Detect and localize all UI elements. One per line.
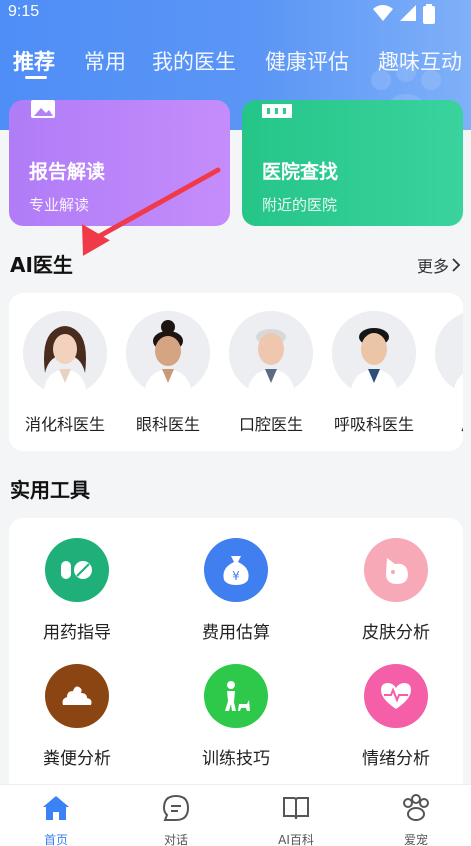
pill-icon bbox=[45, 538, 109, 602]
hospital-building-icon bbox=[262, 104, 292, 118]
tool-stool-analysis[interactable]: 粪便分析 bbox=[22, 664, 132, 769]
nav-home[interactable]: 首页 bbox=[11, 793, 101, 846]
heart-pulse-icon bbox=[364, 664, 428, 728]
status-bar: 9:15 bbox=[0, 0, 471, 28]
ai-doctor-title: AI医生 bbox=[10, 253, 73, 277]
nav-label: AI百科 bbox=[278, 833, 314, 846]
poop-icon bbox=[45, 664, 109, 728]
tab-my-doctor[interactable]: 我的医生 bbox=[152, 46, 236, 76]
doctor-item-dermatology[interactable]: 皮肤 bbox=[427, 311, 463, 435]
doctor-name: 皮肤 bbox=[427, 411, 463, 435]
doctor-item-dental[interactable]: 口腔医生 bbox=[221, 311, 321, 435]
tool-emotion-analysis[interactable]: 情绪分析 bbox=[341, 664, 451, 769]
tool-label: 费用估算 bbox=[202, 623, 270, 643]
tab-health-assessment[interactable]: 健康评估 bbox=[265, 46, 349, 76]
pet-head-icon bbox=[364, 538, 428, 602]
nav-pets[interactable]: 爱宠 bbox=[371, 793, 461, 846]
chevron-right-icon bbox=[452, 258, 461, 272]
card-title: 报告解读 bbox=[29, 161, 106, 183]
bottom-navigation: 首页 对话 AI百科 爱宠 bbox=[0, 784, 471, 846]
wifi-icon bbox=[373, 5, 393, 21]
tools-panel: 用药指导 ¥ 费用估算 皮肤分析 粪便分析 训练技巧 情绪分析 bbox=[9, 518, 463, 798]
battery-icon bbox=[423, 4, 435, 24]
tool-training-tips[interactable]: 训练技巧 bbox=[181, 664, 291, 769]
card-subtitle: 附近的医院 bbox=[262, 196, 338, 214]
male-doctor-avatar bbox=[332, 311, 416, 395]
hospital-finder-card[interactable]: 医院查找 附近的医院 bbox=[242, 100, 463, 226]
ai-doctor-list: 消化科医生 眼科医生 口腔医生 呼吸科医生 bbox=[9, 293, 463, 451]
doctor-name: 眼科医生 bbox=[135, 415, 200, 434]
chat-icon bbox=[131, 793, 221, 823]
tool-medication-guide[interactable]: 用药指导 bbox=[22, 538, 132, 643]
tools-title: 实用工具 bbox=[10, 478, 90, 502]
doctor-item-respiratory[interactable]: 呼吸科医生 bbox=[324, 311, 424, 435]
female-doctor-avatar bbox=[23, 311, 107, 395]
tool-label: 用药指导 bbox=[43, 623, 111, 643]
tool-label: 粪便分析 bbox=[43, 749, 111, 769]
doctor-item-gastro[interactable]: 消化科医生 bbox=[15, 311, 115, 435]
status-time: 9:15 bbox=[8, 3, 40, 20]
nav-label: 首页 bbox=[43, 833, 68, 846]
svg-text:¥: ¥ bbox=[232, 569, 240, 583]
nav-label: 对话 bbox=[163, 833, 188, 846]
dog-training-icon bbox=[204, 664, 268, 728]
home-icon bbox=[11, 793, 101, 823]
male-doctor-avatar bbox=[229, 311, 313, 395]
tool-label: 情绪分析 bbox=[362, 749, 430, 769]
doctor-name: 口腔医生 bbox=[238, 415, 303, 434]
tab-active-indicator bbox=[25, 76, 47, 79]
doctor-avatar bbox=[435, 311, 463, 395]
tab-common[interactable]: 常用 bbox=[84, 46, 126, 76]
doctor-item-ophthalmology[interactable]: 眼科医生 bbox=[118, 311, 218, 435]
report-image-icon bbox=[31, 100, 55, 118]
book-icon bbox=[251, 793, 341, 823]
tool-skin-analysis[interactable]: 皮肤分析 bbox=[341, 538, 451, 643]
ai-doctor-more-link[interactable]: 更多 bbox=[417, 253, 461, 277]
card-title: 医院查找 bbox=[262, 161, 339, 183]
money-bag-icon: ¥ bbox=[204, 538, 268, 602]
tool-label: 皮肤分析 bbox=[362, 623, 430, 643]
nav-chat[interactable]: 对话 bbox=[131, 793, 221, 846]
report-interpretation-card[interactable]: 报告解读 专业解读 bbox=[9, 100, 230, 226]
tool-cost-estimate[interactable]: ¥ 费用估算 bbox=[181, 538, 291, 643]
doctor-name: 呼吸科医生 bbox=[333, 415, 414, 434]
female-doctor-avatar bbox=[126, 311, 210, 395]
doctor-name: 消化科医生 bbox=[24, 415, 105, 434]
tool-label: 训练技巧 bbox=[202, 749, 270, 769]
more-label: 更多 bbox=[416, 257, 449, 276]
nav-label: 爱宠 bbox=[403, 833, 428, 846]
nav-ai-encyclopedia[interactable]: AI百科 bbox=[251, 793, 341, 846]
category-tabs: 推荐 常用 我的医生 健康评估 趣味互动 bbox=[0, 40, 471, 84]
tab-fun-interaction[interactable]: 趣味互动 bbox=[378, 46, 462, 76]
paw-icon bbox=[371, 793, 461, 823]
card-subtitle: 专业解读 bbox=[29, 196, 90, 214]
tab-recommend[interactable]: 推荐 bbox=[13, 46, 55, 76]
signal-icon bbox=[400, 5, 416, 21]
